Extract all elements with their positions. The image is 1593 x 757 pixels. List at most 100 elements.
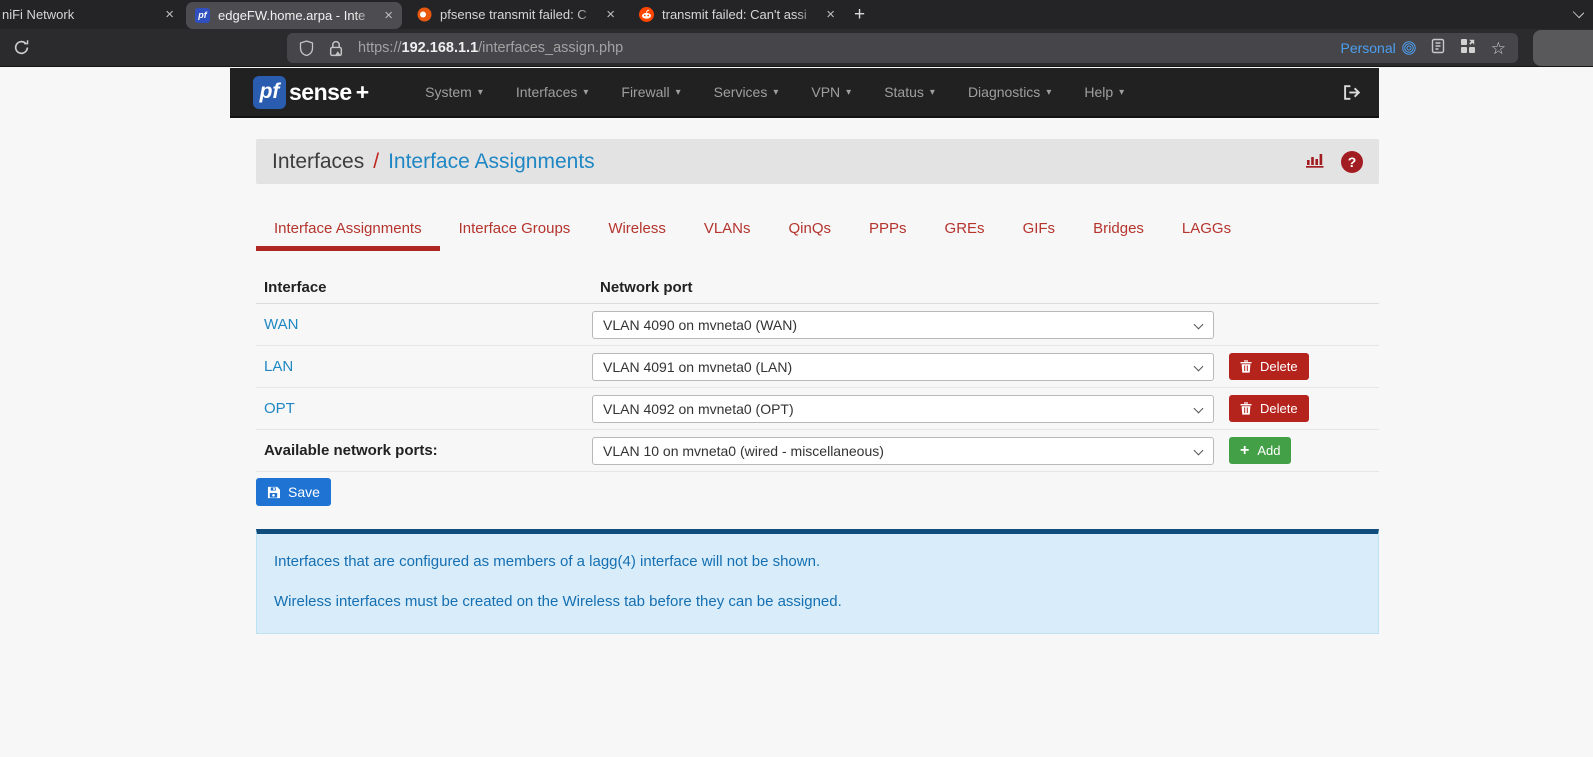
navbar-item-system[interactable]: System ▾	[425, 84, 483, 100]
navbar-item-vpn[interactable]: VPN ▾	[811, 84, 851, 100]
caret-down-icon: ▾	[583, 86, 589, 98]
chevron-down-icon	[1193, 361, 1204, 371]
pfsense-favicon: pf	[195, 7, 210, 23]
page-content: pf sense + System ▾ Interfaces ▾ Firewall ▾…	[0, 67, 1593, 757]
interface-link-lan[interactable]: LAN	[256, 358, 293, 375]
url-bar[interactable]: https://192.168.1.1/interfaces_assign.ph…	[287, 33, 1518, 63]
delete-lan-button[interactable]: Delete	[1229, 353, 1309, 380]
bookmark-star-icon[interactable]: ☆	[1491, 40, 1506, 57]
new-tab-button[interactable]: +	[854, 4, 865, 26]
reddit-favicon	[639, 7, 654, 22]
caret-down-icon: ▾	[929, 86, 935, 98]
trash-icon	[1240, 360, 1252, 373]
tab-title: transmit failed: Can't assi	[662, 7, 819, 22]
lock-warning-icon[interactable]	[329, 40, 343, 57]
url-host: 192.168.1.1	[401, 40, 479, 56]
pfsense-navbar: pf sense + System ▾ Interfaces ▾ Firewall ▾…	[230, 68, 1379, 118]
column-header-network-port: Network port	[600, 278, 693, 296]
info-line-1: Interfaces that are configured as member…	[274, 553, 821, 570]
navbar-item-help[interactable]: Help ▾	[1084, 84, 1124, 100]
pfsense-logo-sense: sense	[289, 78, 352, 105]
delete-opt-button[interactable]: Delete	[1229, 395, 1309, 422]
pfsense-logo[interactable]: pf sense +	[253, 75, 370, 109]
interface-assignments-table: Interface Network port WAN VLAN 4090 on …	[256, 271, 1379, 472]
list-all-tabs-chevron-icon[interactable]	[1572, 6, 1585, 19]
tab-interface-assignments[interactable]: Interface Assignments	[256, 211, 440, 251]
chevron-down-icon	[1193, 403, 1204, 413]
navbar-item-interfaces[interactable]: Interfaces ▾	[516, 84, 589, 100]
info-alert: Interfaces that are configured as member…	[256, 529, 1379, 634]
navbar-item-firewall[interactable]: Firewall ▾	[621, 84, 680, 100]
tab-wireless[interactable]: Wireless	[589, 211, 685, 246]
profile-name: Personal	[1340, 40, 1396, 56]
save-button[interactable]: Save	[256, 478, 331, 506]
add-button[interactable]: + Add	[1229, 437, 1292, 464]
table-row-lan: LAN VLAN 4091 on mvneta0 (LAN) Delete	[256, 346, 1379, 388]
interface-link-opt[interactable]: OPT	[256, 400, 295, 417]
navbar-item-status[interactable]: Status ▾	[884, 84, 935, 100]
browser-tab-pfsense-active[interactable]: pf edgeFW.home.arpa - Inte ×	[186, 1, 402, 29]
save-icon	[267, 486, 280, 498]
tab-qinqs[interactable]: QinQs	[770, 211, 851, 246]
tab-laggs[interactable]: LAGGs	[1163, 211, 1250, 246]
network-port-select-wan[interactable]: VLAN 4090 on mvneta0 (WAN)	[592, 310, 1214, 339]
logout-icon[interactable]	[1343, 84, 1362, 101]
tab-gifs[interactable]: GIFs	[1004, 211, 1075, 246]
tab-title: niFi Network	[2, 7, 158, 22]
tab-vlans[interactable]: VLANs	[685, 211, 770, 246]
url-scheme: https://	[358, 40, 402, 56]
table-row-wan: WAN VLAN 4090 on mvneta0 (WAN)	[256, 304, 1379, 346]
network-port-select-lan[interactable]: VLAN 4091 on mvneta0 (LAN)	[592, 352, 1214, 381]
tracking-shield-icon[interactable]	[299, 39, 314, 57]
caret-down-icon: ▾	[1046, 86, 1052, 98]
interface-link-wan[interactable]: WAN	[256, 316, 298, 333]
reload-icon[interactable]	[13, 39, 30, 61]
navbar-menu: System ▾ Interfaces ▾ Firewall ▾ Services ▾ …	[425, 84, 1124, 100]
url-path: /interfaces_assign.php	[478, 40, 624, 56]
tab-bridges[interactable]: Bridges	[1074, 211, 1163, 246]
extensions-icon[interactable]	[1460, 38, 1476, 59]
pfsense-logo-pf-box: pf	[253, 75, 286, 109]
container-tab-label[interactable]: Personal	[1340, 40, 1416, 56]
trash-icon	[1240, 402, 1252, 415]
caret-down-icon: ▾	[675, 86, 681, 98]
url-text[interactable]: https://192.168.1.1/interfaces_assign.ph…	[358, 40, 623, 56]
info-line-2: Wireless interfaces must be created on t…	[274, 593, 842, 610]
tab-title: edgeFW.home.arpa - Inte	[218, 7, 377, 23]
pfsense-logo-plus: +	[355, 78, 370, 105]
netgate-favicon	[417, 7, 432, 22]
column-header-interface: Interface	[264, 278, 327, 296]
tab-close-icon[interactable]: ×	[165, 7, 174, 22]
browser-tab-reddit[interactable]: transmit failed: Can't assi ×	[630, 0, 844, 29]
browser-tab-bar: niFi Network × pf edgeFW.home.arpa - Int…	[0, 0, 1593, 29]
breadcrumb-section: Interfaces	[272, 149, 365, 173]
tab-close-icon[interactable]: ×	[606, 7, 615, 22]
tab-ppps[interactable]: PPPs	[850, 211, 926, 246]
tab-interface-groups[interactable]: Interface Groups	[440, 211, 590, 246]
tab-close-icon[interactable]: ×	[384, 8, 393, 23]
table-row-available-ports: Available network ports: VLAN 10 on mvne…	[256, 430, 1379, 472]
navbar-item-services[interactable]: Services ▾	[714, 84, 779, 100]
toolbar-end-panel	[1533, 30, 1593, 66]
breadcrumb-separator: /	[373, 149, 380, 173]
browser-toolbar: https://192.168.1.1/interfaces_assign.ph…	[0, 29, 1593, 67]
caret-down-icon: ▾	[477, 86, 483, 98]
table-header-row: Interface Network port	[256, 271, 1379, 304]
reader-mode-icon[interactable]	[1431, 38, 1445, 59]
available-port-select[interactable]: VLAN 10 on mvneta0 (wired - miscellaneou…	[592, 436, 1214, 465]
navbar-item-diagnostics[interactable]: Diagnostics ▾	[968, 84, 1051, 100]
tab-close-icon[interactable]: ×	[826, 7, 835, 22]
browser-tab-netgate[interactable]: pfsense transmit failed: C ×	[408, 0, 624, 29]
browser-tab-unifi[interactable]: niFi Network ×	[0, 0, 183, 29]
chevron-down-icon	[1193, 319, 1204, 329]
status-chart-icon[interactable]	[1306, 150, 1328, 173]
table-row-opt: OPT VLAN 4092 on mvneta0 (OPT) Delete	[256, 388, 1379, 430]
tab-gres[interactable]: GREs	[926, 211, 1004, 246]
help-icon[interactable]: ?	[1341, 150, 1363, 173]
breadcrumb-page-link[interactable]: Interface Assignments	[388, 150, 595, 174]
fingerprint-icon	[1402, 41, 1416, 55]
network-port-select-opt[interactable]: VLAN 4092 on mvneta0 (OPT)	[592, 394, 1214, 423]
save-row: Save	[256, 472, 1379, 506]
chevron-down-icon	[1193, 445, 1204, 455]
plus-icon: +	[1240, 441, 1250, 459]
